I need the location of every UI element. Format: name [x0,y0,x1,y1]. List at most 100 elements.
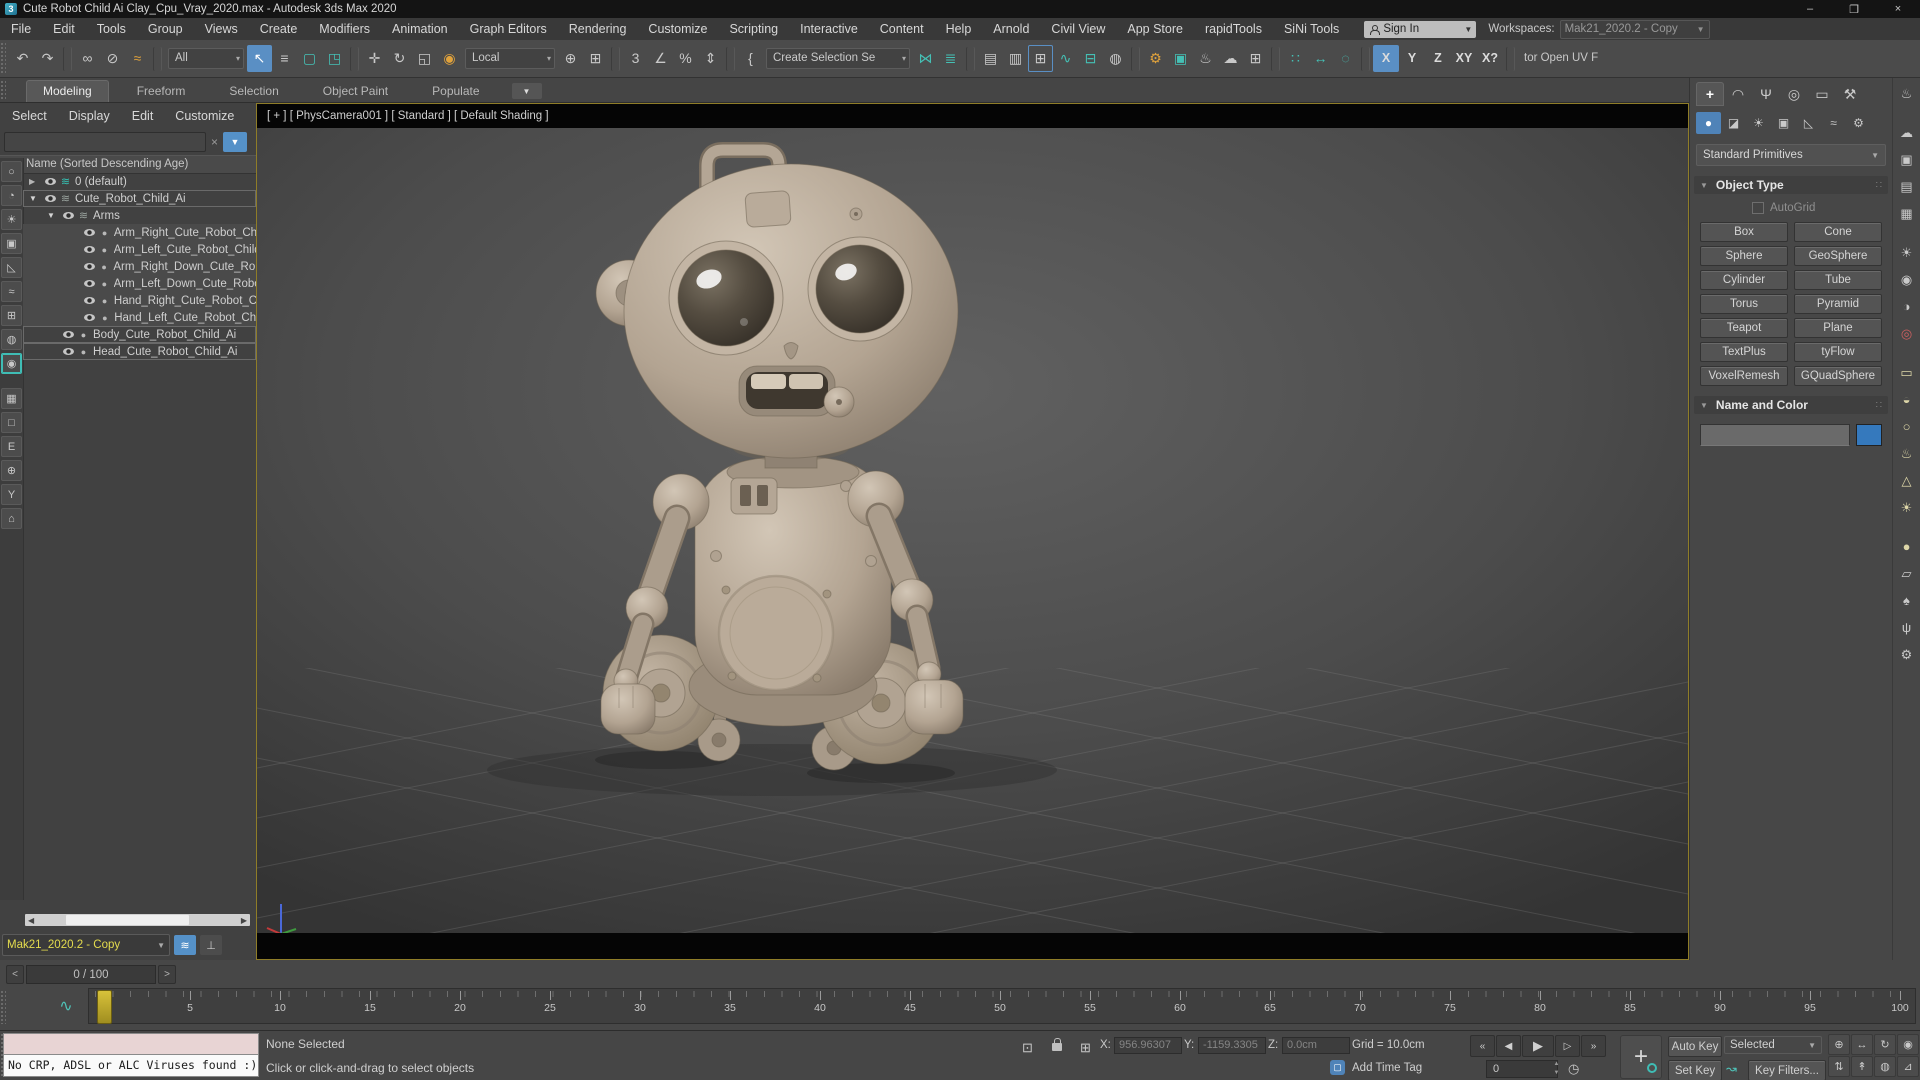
layer-explorer-toggle-icon[interactable]: ▥ [1003,45,1028,72]
menu-item[interactable]: Modifiers [308,18,381,40]
toolbar-separator[interactable] [63,46,72,71]
scene-explorer-toggle-icon[interactable]: ▤ [978,45,1003,72]
set-key-button[interactable]: Set Key [1668,1060,1722,1080]
render-setup-icon[interactable]: ⚙ [1143,45,1168,72]
expander-icon[interactable] [29,194,42,203]
frame-spinner[interactable]: ▲ ▼ [1552,1060,1561,1078]
tree-row-head[interactable]: Head_Cute_Robot_Child_Ai [23,343,256,360]
light-lister-icon[interactable]: ☀ [1895,241,1919,264]
primitive-button[interactable]: Pyramid [1794,294,1882,314]
orbit-icon[interactable]: ↻ [1874,1034,1896,1055]
fov-icon[interactable]: ◉ [1897,1034,1919,1055]
tab-populate[interactable]: Populate [416,81,495,102]
menu-item[interactable]: SiNi Tools [1273,18,1350,40]
bind-to-space-warp-icon[interactable]: ≈ [125,45,150,72]
tab-display-icon[interactable]: ▭ [1808,82,1836,106]
toolbar-separator[interactable] [1361,46,1370,71]
scroll-left-icon[interactable]: ◀ [28,916,34,925]
tree-row-body[interactable]: Body_Cute_Robot_Child_Ai [23,326,256,343]
visibility-eye-icon[interactable] [60,212,76,219]
filter-containers-icon[interactable]: ▦ [1,388,22,409]
rect-light-icon[interactable]: ▭ [1895,361,1919,384]
angle-snap-icon[interactable]: ∠ [648,45,673,72]
wire-teapot-icon[interactable]: ♨ [1895,442,1919,465]
category-systems-icon[interactable]: ⚙ [1846,112,1871,134]
snaps-toggle-icon[interactable]: 3 [623,45,648,72]
hierarchy-view-toggle-icon[interactable]: ⊥ [200,935,222,955]
tree-row-arm-right-down[interactable]: Arm_Right_Down_Cute_Rob [23,258,256,275]
go-to-start-icon[interactable]: « [1470,1035,1495,1057]
menu-item[interactable]: Civil View [1040,18,1116,40]
current-frame-field[interactable]: 0 [1486,1060,1558,1078]
rectangular-selection-region-icon[interactable]: ▢ [297,45,322,72]
filter-groups-icon[interactable]: ⊞ [1,305,22,326]
toolbar-separator[interactable] [153,46,162,71]
category-geometry-icon[interactable]: ● [1696,112,1721,134]
go-to-end-icon[interactable]: » [1581,1035,1606,1057]
visibility-eye-icon[interactable] [42,178,58,185]
previous-frame-icon[interactable]: ◀ [1496,1035,1521,1057]
plane-primitive-icon[interactable]: ▱ [1895,562,1919,585]
redo-icon[interactable]: ↷ [35,45,60,72]
filter-space-warps-icon[interactable]: ≈ [1,281,22,302]
play-icon[interactable]: ▶ [1522,1035,1554,1057]
filter-cameras-icon[interactable]: ▣ [1,233,22,254]
absolute-mode-icon[interactable]: ⊞ [1080,1040,1091,1056]
docked-toolbar-label[interactable]: tor Open UV F [1518,45,1604,72]
render-in-cloud-icon[interactable]: ☁ [1218,45,1243,72]
walk-through-icon[interactable]: ↟ [1851,1056,1873,1077]
filter-lights-icon[interactable]: ☀ [1,209,22,230]
menu-item[interactable]: Help [935,18,983,40]
cone-primitive-icon[interactable]: △ [1895,469,1919,492]
autogrid-checkbox[interactable] [1752,202,1764,214]
menu-item[interactable]: Rendering [558,18,638,40]
align-icon[interactable]: ≣ [938,45,963,72]
select-and-scale-icon[interactable]: ◱ [412,45,437,72]
toolbar-separator[interactable] [1271,46,1280,71]
visibility-eye-icon[interactable] [60,331,76,338]
tree-row-hand-left[interactable]: Hand_Left_Cute_Robot_Chi [23,309,256,326]
filter-xrefs-icon[interactable]: ◍ [1,329,22,350]
select-and-move-icon[interactable]: ✛ [362,45,387,72]
measure-distance-icon[interactable]: ↔ [1308,45,1333,72]
time-tag-cube-icon[interactable]: ▢ [1330,1060,1345,1075]
time-configuration-icon[interactable]: ◷ [1568,1061,1579,1077]
selection-set-dropdown[interactable]: Create Selection Se [766,48,910,69]
filter-y-icon[interactable]: Y [1,484,22,505]
percent-snap-icon[interactable]: % [673,45,698,72]
menu-item[interactable]: Graph Editors [459,18,558,40]
menu-item[interactable]: Group [137,18,194,40]
selection-lock-icon[interactable] [1052,1038,1062,1051]
selection-filter-dropdown[interactable]: All [168,48,244,69]
toolbar-separator[interactable] [350,46,359,71]
object-color-swatch[interactable] [1856,424,1882,446]
render-production-icon[interactable]: ♨ [1895,82,1919,105]
filter-geometry-icon[interactable]: ◔ [1,185,22,206]
menu-item[interactable]: Customize [637,18,718,40]
tree-row-default-layer[interactable]: 0 (default) [23,173,256,190]
orbit-selected-icon[interactable]: ◍ [1874,1056,1896,1077]
key-filters-button[interactable]: Key Filters... [1748,1060,1826,1080]
viewport-canvas[interactable] [257,128,1688,933]
render-presets-window-icon[interactable]: ▦ [1895,202,1919,225]
object-name-field[interactable] [1700,424,1850,446]
menu-item[interactable]: App Store [1116,18,1194,40]
tab-utilities-icon[interactable]: ⚒ [1836,82,1864,106]
viewport-label[interactable]: [ + ] [ PhysCamera001 ] [ Standard ] [ D… [257,104,1688,128]
filter-folder-icon[interactable]: ⌂ [1,508,22,529]
primitive-button[interactable]: Tube [1794,270,1882,290]
key-filter-icon[interactable]: ↝ [1726,1061,1737,1077]
scene-explorer-menu-item[interactable]: Display [69,109,110,123]
primitive-button[interactable]: Cone [1794,222,1882,242]
dolly-icon[interactable]: ⇅ [1828,1056,1850,1077]
tab-freeform[interactable]: Freeform [121,81,202,102]
listener-output-line[interactable]: No CRP, ADSL or ALC Viruses found :) [4,1055,258,1076]
filter-objects-icon[interactable]: ◉ [1,353,22,374]
primitive-button[interactable]: Box [1700,222,1788,242]
visibility-eye-icon[interactable] [42,195,58,202]
mini-curve-editor-icon[interactable]: ∿ [46,990,86,1022]
scene-explorer-menu-item[interactable]: Customize [175,109,234,123]
toolbar-separator[interactable] [1506,46,1515,71]
name-and-color-rollout[interactable]: ▼ Name and Color ∷ [1694,396,1888,414]
filter-helpers-icon[interactable]: ◺ [1,257,22,278]
